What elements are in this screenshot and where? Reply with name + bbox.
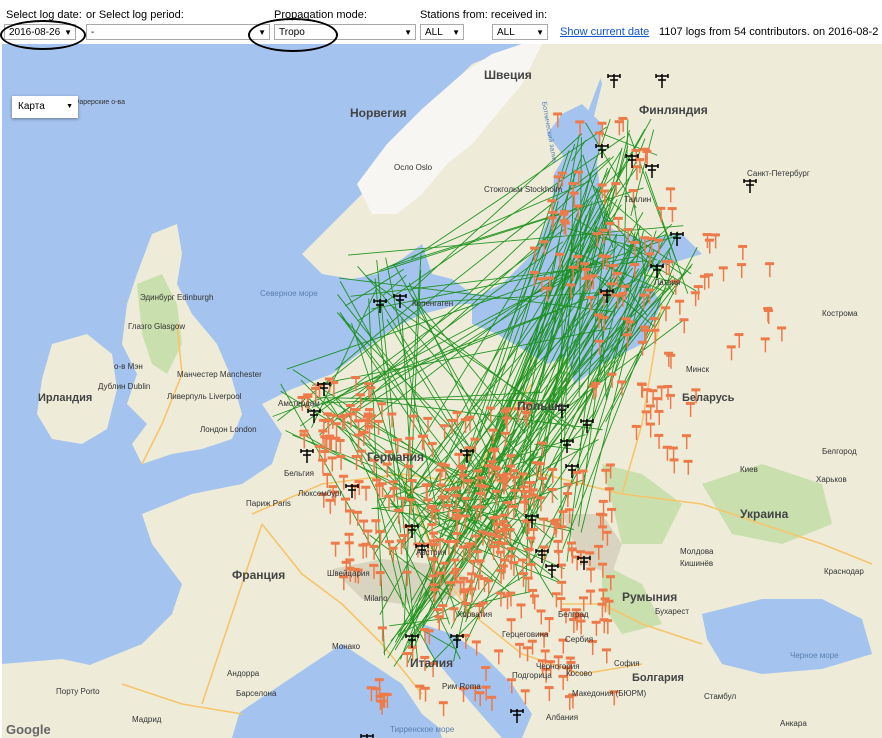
place-label: Швейцария — [327, 569, 370, 578]
antenna-icon[interactable] — [360, 734, 374, 738]
place-label: Италия — [410, 656, 453, 670]
map-canvas: Швеция Норвегия Финляндия Фарерские о-ва… — [2, 44, 882, 738]
place-label: Минск — [686, 365, 710, 374]
received-in-select[interactable]: ALL ▼ — [492, 24, 548, 40]
place-label: Косово — [566, 669, 593, 678]
chevron-down-icon: ▼ — [452, 28, 460, 37]
place-label: Беларусь — [682, 392, 735, 404]
place-label: о-в Мэн — [114, 362, 143, 371]
place-label: Андорра — [227, 669, 260, 678]
place-label: Польша — [517, 399, 565, 413]
place-label: Норвегия — [350, 106, 407, 120]
place-label: Кишинёв — [680, 559, 713, 568]
place-label: Рим Roma — [442, 682, 481, 691]
log-toolbar: Select log date: 2016-08-26 ▼ or Select l… — [0, 0, 882, 44]
place-label: Македония (БЮРМ) — [572, 689, 647, 698]
place-label: Стокгольм Stockholm — [484, 185, 563, 194]
highlight-circle-date — [0, 20, 86, 50]
chevron-down-icon: ▼ — [536, 28, 544, 37]
place-label: Анкара — [780, 719, 807, 728]
place-label: Санкт-Петербург — [747, 169, 810, 178]
place-label: Стамбул — [704, 692, 736, 701]
place-label: Копенгаген — [412, 299, 453, 308]
place-label: Краснодар — [824, 567, 864, 576]
place-label: Сербия — [565, 635, 593, 644]
place-label: Украина — [740, 507, 789, 521]
place-label: Черное море — [790, 651, 839, 660]
log-period-select[interactable]: - ▼ — [86, 24, 270, 40]
stations-from-select[interactable]: ALL ▼ — [420, 24, 464, 40]
received-in-value: ALL — [497, 27, 515, 38]
place-label: Белгород — [822, 447, 857, 456]
place-label: Монако — [332, 642, 361, 651]
map-type-label: Карта — [18, 101, 45, 112]
place-label: Лондон London — [200, 425, 257, 434]
log-period-value: - — [91, 27, 95, 38]
place-label: Мадрид — [132, 715, 162, 724]
place-label: Таллин — [624, 195, 651, 204]
chevron-down-icon: ▼ — [404, 28, 412, 37]
place-label: Кострома — [822, 309, 858, 318]
place-label: Подгорица — [512, 671, 552, 680]
place-label: Германия — [367, 450, 424, 464]
place-label: София — [614, 659, 640, 668]
place-label: Латвия — [654, 278, 680, 287]
place-label: Герцеговина — [502, 630, 549, 639]
place-label: Киев — [740, 465, 758, 474]
place-label: Глазго Glasgow — [128, 322, 185, 331]
place-label: Milano — [364, 594, 388, 603]
chevron-down-icon: ▼ — [66, 103, 73, 110]
antenna-icon[interactable] — [373, 299, 387, 313]
place-label: Ирландия — [38, 392, 92, 404]
place-label: Дублин Dublin — [98, 382, 150, 391]
log-period-label: or Select log period: — [86, 9, 184, 21]
place-label: Бельгия — [284, 469, 314, 478]
place-label: Порту Porto — [56, 687, 100, 696]
place-label: Фарерские о-ва — [74, 99, 125, 106]
show-current-date-link[interactable]: Show current date — [560, 26, 649, 38]
place-label: Манчестер Manchester — [177, 370, 262, 379]
stations-label: Stations from: received in: — [420, 9, 548, 21]
place-label: Румыния — [622, 590, 677, 604]
place-label: Бухарест — [655, 607, 689, 616]
place-label: Харьков — [816, 475, 847, 484]
place-label: Амстердам — [278, 399, 320, 408]
place-label: Северное море — [260, 289, 318, 298]
place-label: Эдинбург Edinburgh — [140, 293, 213, 302]
place-label: Люксембург — [298, 489, 342, 498]
place-label: Финляндия — [639, 103, 708, 117]
google-logo: Google — [6, 722, 51, 737]
place-label: Австрия — [416, 548, 446, 557]
land-layer — [2, 44, 882, 738]
place-label: Барселона — [236, 689, 277, 698]
place-label: Болгария — [632, 672, 684, 684]
stations-from-value: ALL — [425, 27, 443, 38]
place-label: Албания — [546, 713, 578, 722]
place-label: Осло Oslo — [394, 163, 433, 172]
place-label: Молдова — [680, 547, 714, 556]
log-summary: 1107 logs from 54 contributors. on 2016-… — [659, 26, 879, 38]
place-label: Париж Paris — [246, 499, 291, 508]
europe-map[interactable]: Швеция Норвегия Финляндия Фарерские о-ва… — [2, 44, 882, 738]
place-label: Хорватия — [457, 610, 492, 619]
place-label: Швеция — [484, 68, 532, 82]
place-label: Белград — [558, 610, 589, 619]
place-label: Франция — [232, 568, 285, 582]
place-label: Ливерпуль Liverpool — [167, 392, 242, 401]
place-label: Тирренское море — [390, 725, 455, 734]
highlight-circle-mode — [248, 18, 338, 52]
map-type-control[interactable]: Карта ▼ — [12, 96, 78, 118]
